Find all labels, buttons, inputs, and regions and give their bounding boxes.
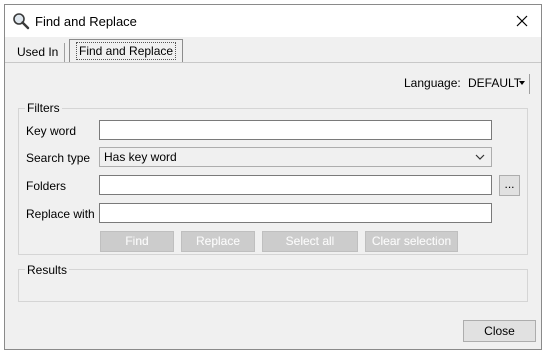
key-word-input[interactable] — [99, 120, 492, 140]
clear-selection-button-label: Clear selection — [371, 234, 452, 248]
tab-used-in-label: Used In — [17, 45, 59, 59]
find-replace-dialog: Find and Replace Used In Find and Replac… — [4, 4, 542, 350]
close-button[interactable]: Close — [463, 320, 536, 342]
tab-find-and-replace[interactable]: Find and Replace — [69, 39, 184, 63]
search-type-value: Has key word — [104, 150, 177, 164]
replace-button-label: Replace — [195, 234, 241, 248]
language-separator — [529, 74, 530, 94]
chevron-down-icon — [475, 154, 485, 160]
tab-strip: Used In Find and Replace — [5, 37, 541, 65]
replace-with-label: Replace with — [26, 207, 95, 221]
results-group-label: Results — [25, 263, 70, 277]
search-type-label: Search type — [26, 151, 91, 165]
find-button-label: Find — [125, 234, 149, 248]
magnifier-icon — [13, 13, 30, 30]
language-label: Language: — [404, 76, 461, 90]
close-icon[interactable] — [511, 10, 533, 32]
tab-separator — [64, 43, 65, 63]
browse-folders-label: ... — [504, 177, 515, 191]
tab-divider — [5, 62, 541, 63]
tab-used-in[interactable]: Used In — [11, 41, 64, 63]
key-word-label: Key word — [26, 124, 77, 138]
browse-folders-button[interactable]: ... — [499, 175, 520, 196]
search-type-select[interactable]: Has key word — [99, 147, 492, 167]
title-bar: Find and Replace — [5, 5, 541, 37]
replace-with-input[interactable] — [99, 203, 492, 223]
window-title: Find and Replace — [35, 14, 137, 29]
close-button-label: Close — [484, 324, 515, 338]
filters-group-label: Filters — [25, 101, 62, 115]
results-group — [18, 269, 528, 302]
select-all-button-label: Select all — [285, 234, 335, 248]
tab-find-and-replace-label: Find and Replace — [76, 42, 177, 60]
folders-input[interactable] — [99, 175, 492, 195]
caret-down-icon[interactable] — [519, 81, 525, 85]
select-all-button[interactable]: Select all — [262, 231, 358, 252]
find-button[interactable]: Find — [100, 231, 174, 252]
folders-label: Folders — [26, 179, 67, 193]
clear-selection-button[interactable]: Clear selection — [365, 231, 458, 252]
language-dropdown[interactable]: DEFAULT — [468, 76, 521, 90]
replace-button[interactable]: Replace — [181, 231, 255, 252]
